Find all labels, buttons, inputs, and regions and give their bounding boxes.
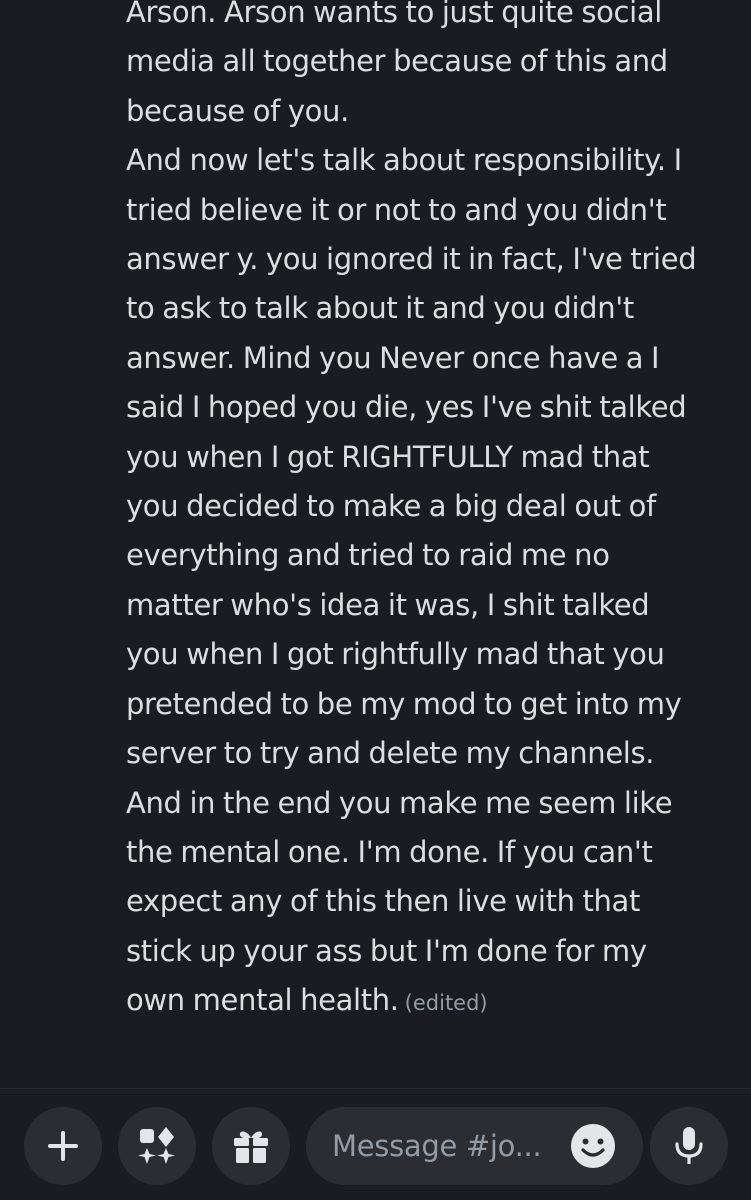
message-area: Arson. Arson wants to just quite social …: [0, 0, 751, 1088]
emoji-button[interactable]: [570, 1123, 616, 1169]
message-line: to ask to talk about it and you didn't: [126, 291, 634, 326]
apps-button[interactable]: [118, 1107, 196, 1185]
message-line-last: own mental health. (edited): [126, 976, 738, 1028]
gift-icon: [230, 1125, 272, 1167]
message-line-text: own mental health.: [126, 983, 399, 1018]
voice-message-button[interactable]: [650, 1107, 728, 1185]
edited-tag: (edited): [404, 991, 488, 1016]
message-line: expect any of this then live with that: [126, 884, 640, 919]
plus-icon: [43, 1126, 83, 1166]
message-line: you when I got rightfully mad that you: [126, 637, 665, 672]
message-line: pretended to be my mod to get into my: [126, 686, 682, 721]
message-line: media all together because of this and: [126, 44, 668, 79]
message-input-placeholder: Message #jo...: [332, 1129, 542, 1163]
message-input[interactable]: Message #jo...: [306, 1107, 643, 1185]
add-attachment-button[interactable]: [24, 1107, 102, 1185]
message-line: you decided to make a big deal out of: [126, 489, 656, 524]
message-composer: Message #jo...: [0, 1089, 751, 1200]
message-line: matter who's idea it was, I shit talked: [126, 587, 650, 622]
emoji-icon: [571, 1124, 615, 1168]
message-body: Arson. Arson wants to just quite social …: [126, 0, 738, 1029]
message-line: Arson. Arson wants to just quite social: [126, 0, 662, 29]
message-line: said I hoped you die, yes I've shit talk…: [126, 390, 687, 425]
message-line: answer. Mind you Never once have a I: [126, 340, 660, 375]
message-line: answer y. you ignored it in fact, I've t…: [126, 242, 697, 277]
apps-icon: [135, 1124, 179, 1168]
message-line: And now let's talk about responsibility.…: [126, 143, 682, 178]
gift-button[interactable]: [212, 1107, 290, 1185]
message-line: server to try and delete my channels.: [126, 736, 655, 771]
message-line: And in the end you make me seem like: [126, 785, 673, 820]
message-line: everything and tried to raid me no: [126, 538, 610, 573]
message-line: the mental one. I'm done. If you can't: [126, 834, 653, 869]
message-line: tried believe it or not to and you didn'…: [126, 192, 667, 227]
message-line: because of you.: [126, 93, 349, 128]
message-line: you when I got RIGHTFULLY mad that: [126, 439, 650, 474]
message-line: stick up your ass but I'm done for my: [126, 933, 647, 968]
microphone-icon: [669, 1124, 709, 1168]
